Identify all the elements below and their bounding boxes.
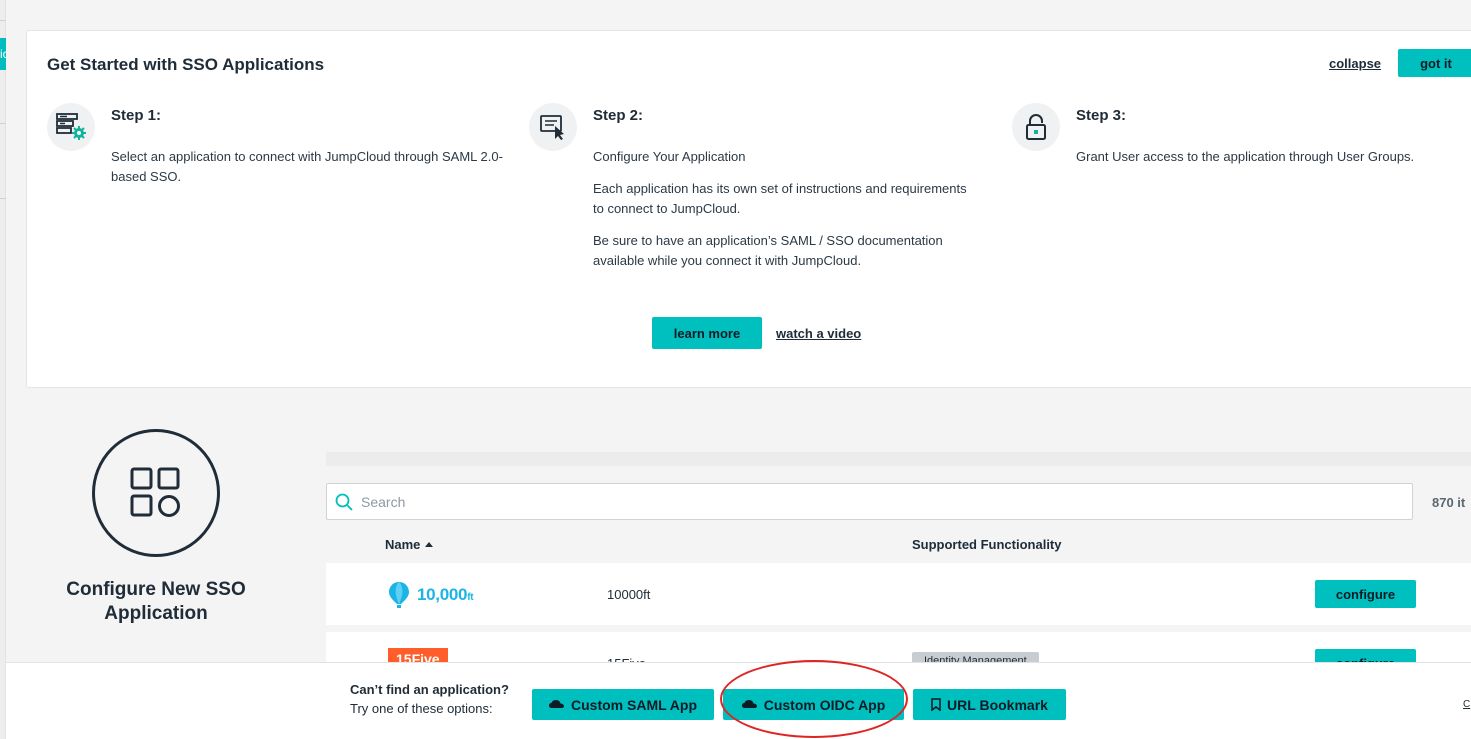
custom-saml-app-button[interactable]: Custom SAML App <box>532 689 714 720</box>
table-row[interactable]: 10,000ft 10000ft configure <box>326 563 1471 625</box>
app-logo-text: 10,000ft <box>417 585 474 604</box>
configure-panel-title: Configure New SSO Application <box>66 579 246 624</box>
divider <box>0 20 6 21</box>
apps-grid-icon <box>92 429 220 557</box>
cant-find-heading: Can’t find an application? <box>350 682 509 697</box>
got-it-button[interactable]: got it <box>1398 49 1471 77</box>
column-header-name[interactable]: Name <box>385 537 434 552</box>
option-label: URL Bookmark <box>947 696 1048 713</box>
cloud-icon <box>549 700 564 708</box>
step-title: Step 3: <box>1076 107 1127 124</box>
get-started-card: Get Started with SSO Applications collap… <box>26 30 1471 388</box>
try-options-text: Try one of these options: <box>350 701 493 716</box>
step-paragraph: Be sure to have an application’s SAML / … <box>593 233 943 268</box>
column-label: Name <box>385 537 421 552</box>
app-name: 10000ft <box>607 587 651 602</box>
card-title: Get Started with SSO Applications <box>47 55 325 74</box>
bottom-right-link[interactable]: C <box>1463 699 1470 710</box>
search-input[interactable] <box>361 484 1401 519</box>
step-paragraph: Select an application to connect with Ju… <box>111 149 503 184</box>
step-description: Grant User access to the application thr… <box>1076 147 1471 179</box>
balloon-icon <box>389 582 409 608</box>
sort-asc-icon <box>425 542 434 547</box>
app-logo-10000ft: 10,000ft <box>388 581 474 609</box>
divider <box>0 198 6 199</box>
padlock-icon <box>1012 103 1060 151</box>
step-paragraph: Grant User access to the application thr… <box>1076 149 1415 164</box>
custom-oidc-app-button[interactable]: Custom OIDC App <box>723 689 904 720</box>
cloud-icon <box>741 700 757 708</box>
url-bookmark-button[interactable]: URL Bookmark <box>913 689 1066 720</box>
watch-video-link[interactable]: watch a video <box>776 326 861 341</box>
server-gear-icon <box>47 103 95 151</box>
list-header-strip <box>326 452 1471 466</box>
step-paragraph: Each application has its own set of inst… <box>593 181 967 216</box>
step-title: Step 2: <box>593 107 644 124</box>
item-count: 870 it <box>1432 495 1466 510</box>
bottom-options-bar: Can’t find an application? Try one of th… <box>6 662 1471 739</box>
learn-more-button[interactable]: learn more <box>652 317 762 349</box>
step-paragraph: Configure Your Application <box>593 149 746 164</box>
option-label: Custom SAML App <box>571 696 697 713</box>
option-label: Custom OIDC App <box>763 696 886 713</box>
column-header-functionality: Supported Functionality <box>912 537 1062 552</box>
screen-cursor-icon <box>529 103 577 151</box>
divider <box>0 123 6 124</box>
step-title: Step 1: <box>111 107 162 124</box>
left-nav-edge <box>0 0 6 739</box>
configure-button[interactable]: configure <box>1315 580 1416 608</box>
step-description: Configure Your Application Each applicat… <box>593 147 973 283</box>
search-box[interactable] <box>326 483 1413 520</box>
step-description: Select an application to connect with Ju… <box>111 147 511 199</box>
left-nav-tab[interactable]: ic <box>0 38 6 70</box>
collapse-link[interactable]: collapse <box>1329 56 1381 71</box>
bookmark-icon <box>931 698 941 711</box>
search-icon <box>335 493 353 516</box>
